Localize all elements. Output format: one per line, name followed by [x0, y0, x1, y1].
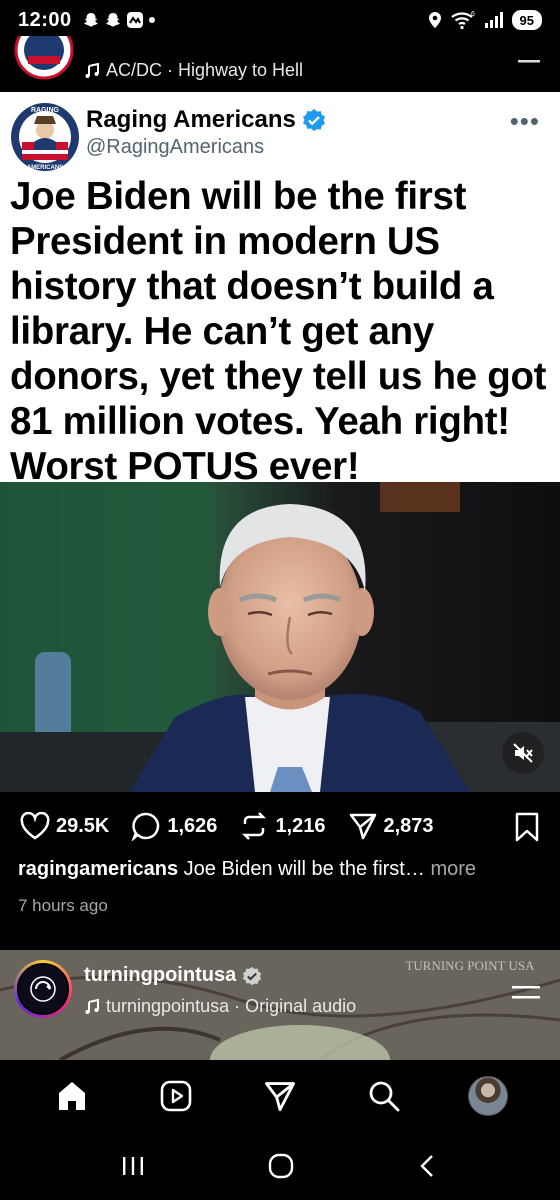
repost-count: 1,216 [275, 814, 326, 837]
like-button[interactable]: 29.5K [20, 812, 109, 840]
signal-icon [484, 12, 503, 28]
system-navigation-bar [0, 1132, 560, 1200]
home-circle-icon[interactable] [267, 1152, 295, 1180]
more-options-icon: ••• [509, 106, 540, 136]
svg-text:6: 6 [471, 11, 475, 18]
location-icon [428, 12, 441, 28]
repost-icon [242, 812, 267, 840]
menu-icon[interactable] [512, 984, 540, 1002]
post-timestamp: 7 hours ago [18, 896, 108, 915]
battery-indicator: 95 [511, 10, 542, 30]
previous-post-avatar[interactable] [14, 36, 74, 80]
tweet-screenshot-card: RAGING AMERICANS Raging Americans @Ragin… [0, 92, 560, 488]
next-post-audio-label: turningpointusa · Original audio [106, 996, 357, 1016]
previous-post-header: AC/DC · Highway to Hell [0, 36, 560, 92]
nav-direct[interactable] [252, 1068, 308, 1124]
snapchat-icon [105, 13, 120, 27]
post-actions: 29.5K 1,626 1,216 2,873 [0, 806, 560, 846]
turning-point-logo-icon [30, 976, 56, 1002]
reels-icon [160, 1080, 192, 1112]
nav-reels[interactable] [148, 1068, 204, 1124]
nav-profile[interactable] [460, 1068, 516, 1124]
status-bar: 12:00 6 95 [0, 0, 560, 40]
bookmark-icon [515, 812, 539, 842]
speaker-muted-icon [513, 743, 533, 763]
previous-post-audio[interactable]: AC/DC · Highway to Hell [84, 60, 303, 81]
verified-badge-icon [243, 966, 262, 985]
tweet-header: RAGING AMERICANS Raging Americans @Ragin… [10, 102, 326, 172]
repost-button[interactable]: 1,216 [239, 811, 326, 841]
nav-home[interactable] [44, 1068, 100, 1124]
tweet-text: Joe Biden will be the first President in… [10, 175, 547, 488]
logo-text-top: RAGING [31, 107, 60, 114]
caption-more-link[interactable]: more [430, 858, 476, 880]
bottom-navigation [0, 1060, 560, 1132]
send-icon [349, 813, 376, 840]
next-post: TURNING POINT USA turningpointusa turnin… [0, 950, 560, 1060]
status-time: 12:00 [18, 8, 72, 31]
tweet-handle: @RagingAmericans [86, 136, 265, 158]
caption-username[interactable]: ragingamericans [18, 858, 178, 880]
send-icon [264, 1082, 296, 1112]
music-note-icon [85, 62, 99, 78]
heart-icon [20, 812, 50, 840]
comment-button[interactable]: 1,626 [131, 811, 217, 841]
verified-badge-icon [302, 109, 325, 131]
recent-apps-icon[interactable] [120, 1154, 146, 1178]
snapchat-icon [83, 13, 98, 27]
watermark-text: TURNING POINT USA [405, 958, 535, 973]
save-button[interactable] [514, 812, 540, 847]
music-note-icon [85, 998, 99, 1014]
post-caption[interactable]: ragingamericans Joe Biden will be the fi… [18, 858, 548, 881]
mute-button[interactable] [502, 732, 544, 774]
profile-avatar [468, 1076, 508, 1116]
wifi-icon: 6 [450, 11, 475, 30]
dot-icon [148, 17, 155, 23]
post-photo[interactable] [0, 482, 560, 792]
menu-icon[interactable] [518, 50, 540, 64]
next-post-username[interactable]: turningpointusa [84, 964, 236, 987]
next-post-avatar[interactable] [14, 960, 72, 1018]
notification-icons [82, 11, 156, 29]
comment-count: 1,626 [167, 814, 218, 837]
share-count: 2,873 [383, 814, 434, 837]
next-post-audio[interactable]: turningpointusa · Original audio [84, 996, 356, 1017]
like-count: 29.5K [56, 814, 110, 837]
raging-americans-logo: RAGING AMERICANS [10, 102, 80, 172]
app-notification-icon [126, 12, 143, 28]
logo-text-bottom: AMERICANS [27, 165, 63, 171]
comment-icon [131, 812, 160, 841]
tweet-display-name: Raging Americans [86, 106, 296, 133]
home-icon [59, 1082, 85, 1110]
caption-text: Joe Biden will be the first… [183, 858, 425, 880]
nav-search[interactable] [356, 1068, 412, 1124]
search-icon [369, 1081, 400, 1112]
photo-illustration [0, 482, 560, 792]
back-icon[interactable] [416, 1153, 440, 1179]
share-button[interactable]: 2,873 [348, 811, 434, 841]
previous-post-audio-label: AC/DC · Highway to Hell [106, 60, 304, 80]
